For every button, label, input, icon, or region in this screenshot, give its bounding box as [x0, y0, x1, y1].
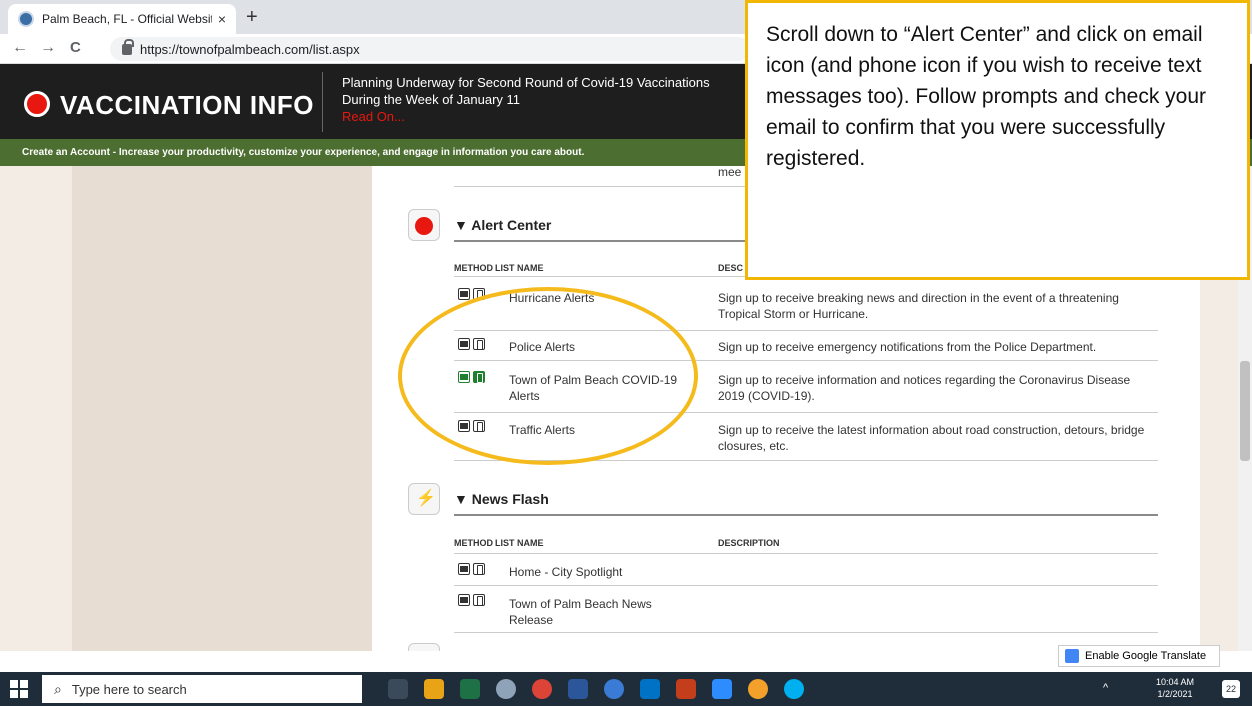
search-placeholder: Type here to search [71, 681, 187, 697]
url-input[interactable]: https://townofpalmbeach.com/list.aspx [110, 37, 750, 61]
col-list-name: LIST NAME [495, 538, 544, 548]
lock-icon [122, 38, 134, 55]
search-icon: ⌕ [54, 680, 62, 697]
back-button[interactable]: ← [12, 39, 28, 57]
read-on-link[interactable]: Read On... [342, 108, 722, 125]
tray-expand-icon[interactable]: ^ [1103, 682, 1108, 694]
google-translate-button[interactable]: Enable Google Translate [1058, 645, 1220, 667]
alert-dot-icon [24, 91, 50, 117]
banner-title[interactable]: VACCINATION INFO [60, 90, 314, 121]
phone-icon[interactable] [473, 594, 485, 606]
method-icons [458, 563, 485, 575]
word-icon[interactable] [568, 679, 588, 699]
windows-start-icon[interactable] [10, 680, 28, 698]
list-item-desc: Sign up to receive information and notic… [718, 373, 1131, 403]
browser-tab[interactable]: Palm Beach, FL - Official Website × [8, 4, 236, 34]
email-icon[interactable] [458, 288, 470, 300]
google-translate-icon [1065, 649, 1079, 663]
email-icon[interactable] [458, 594, 470, 606]
list-item-desc: Sign up to receive emergency notificatio… [718, 340, 1097, 354]
tab-close-icon[interactable]: × [218, 11, 226, 27]
row-divider [454, 553, 1158, 554]
section-rule [454, 514, 1158, 516]
list-item-desc: Sign up to receive breaking news and dir… [718, 291, 1119, 321]
email-icon[interactable] [458, 563, 470, 575]
clock-date: 1/2/2021 [1157, 689, 1193, 699]
taskbar-search-input[interactable]: ⌕ Type here to search [42, 675, 362, 703]
app-icon[interactable] [748, 679, 768, 699]
list-item-name[interactable]: Home - City Spotlight [509, 564, 622, 580]
translate-label: Enable Google Translate [1085, 650, 1207, 662]
tab-title: Palm Beach, FL - Official Website [42, 12, 212, 26]
col-method: METHOD [454, 538, 493, 548]
method-icons [458, 594, 485, 606]
scrollbar-thumb[interactable] [1240, 361, 1250, 461]
app-icon[interactable] [676, 679, 696, 699]
browser-icon[interactable] [604, 679, 624, 699]
windows-taskbar: ⌕ Type here to search ^ 10:04 AM 1/2/202… [0, 672, 1252, 706]
forward-button[interactable]: → [40, 39, 56, 57]
notification-icon[interactable]: 22 [1222, 680, 1240, 698]
chrome-icon[interactable] [532, 679, 552, 699]
phone-icon[interactable] [473, 563, 485, 575]
clock-time: 10:04 AM [1156, 677, 1195, 687]
skype-icon[interactable] [784, 679, 804, 699]
row-divider [454, 632, 1158, 633]
col-description: DESCRIPTION [718, 538, 780, 548]
col-description: DESC [718, 263, 744, 273]
app-icon[interactable] [496, 679, 516, 699]
col-method: METHOD [454, 263, 493, 273]
outlook-icon[interactable] [640, 679, 660, 699]
reload-button[interactable]: C [70, 39, 81, 56]
file-explorer-icon[interactable] [424, 679, 444, 699]
banner-headline-block: Planning Underway for Second Round of Co… [342, 74, 722, 125]
calendar-icon [408, 643, 440, 651]
highlight-ellipse [398, 287, 698, 465]
row-divider [454, 585, 1158, 586]
antenna-icon: ⚡ [416, 490, 436, 507]
partial-text: mee [718, 165, 742, 179]
url-text: https://townofpalmbeach.com/list.aspx [140, 41, 360, 57]
alert-center-heading[interactable]: ▼ Alert Center [454, 217, 551, 233]
list-item-name[interactable]: Town of Palm Beach News Release [509, 596, 689, 628]
alert-center-icon [408, 209, 440, 241]
col-list-name: LIST NAME [495, 263, 544, 273]
news-flash-heading[interactable]: ▼ News Flash [454, 491, 549, 507]
news-flash-icon: ⚡ [408, 483, 440, 515]
excel-icon[interactable] [460, 679, 480, 699]
task-view-icon[interactable] [388, 679, 408, 699]
banner-headline: Planning Underway for Second Round of Co… [342, 75, 710, 107]
instruction-note: Scroll down to “Alert Center” and click … [745, 0, 1250, 280]
site-favicon-icon [18, 11, 34, 27]
left-sidebar [72, 166, 372, 651]
list-item-desc: Sign up to receive the latest informatio… [718, 423, 1145, 453]
new-tab-button[interactable]: + [246, 6, 258, 29]
banner-divider [322, 72, 323, 132]
system-clock[interactable]: 10:04 AM 1/2/2021 [1156, 676, 1194, 700]
zoom-icon[interactable] [712, 679, 732, 699]
red-alert-dot [415, 217, 433, 235]
